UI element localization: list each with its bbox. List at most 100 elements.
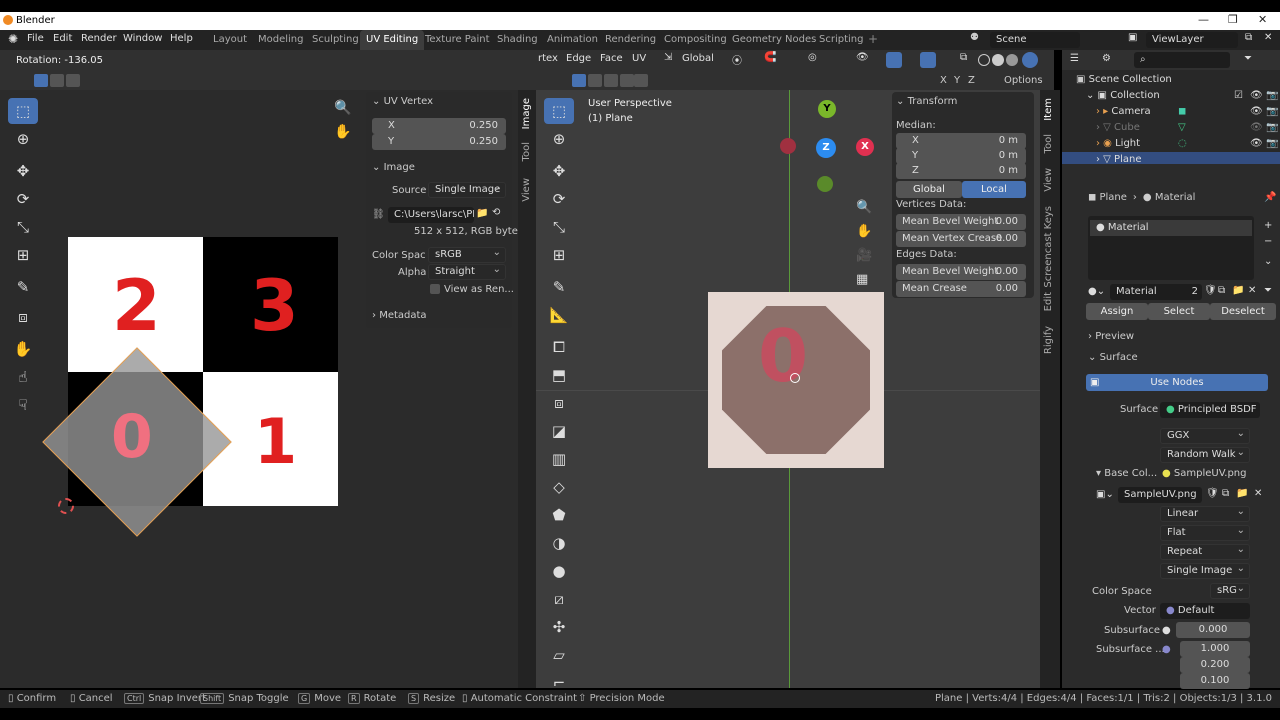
median-x-field[interactable]: X 0 m [896, 133, 1026, 149]
subsurface-field[interactable]: 0.000 [1176, 622, 1250, 638]
menu-window[interactable]: Window [123, 33, 162, 44]
collection-checkbox-icon[interactable]: ☑ [1234, 88, 1243, 104]
add-workspace-icon[interactable]: + [868, 32, 878, 46]
colorspace-dropdown[interactable]: sRGB [428, 246, 506, 263]
select-mode-b-icon[interactable] [634, 74, 648, 87]
file-browse-icon[interactable]: 📁 [476, 208, 488, 219]
median-z-field[interactable]: Z 0 m [896, 163, 1026, 179]
mirror-z-toggle[interactable]: Z [968, 75, 975, 86]
light-eye-icon[interactable]: 👁 [1250, 136, 1263, 152]
image-browse-icon[interactable]: ▣⌄ [1096, 489, 1114, 500]
vp-select-box-tool-icon[interactable]: ⬚ [544, 98, 574, 124]
vp-move-tool-icon[interactable]: ✥ [544, 158, 574, 184]
image-open-icon[interactable]: 📁 [1236, 488, 1248, 499]
visibility-icon[interactable]: 👁 [856, 52, 869, 63]
outliner-item-plane[interactable]: › ▽ Plane [1062, 152, 1280, 164]
shading-wireframe-icon[interactable] [978, 54, 990, 66]
material-name-field[interactable]: Material 2 [1110, 284, 1202, 300]
image-path-field[interactable]: C:\Users\larsc\PR... [388, 207, 474, 223]
vp-transform-tool-icon[interactable]: ⊞ [544, 242, 574, 268]
mirror-x-toggle[interactable]: X [940, 75, 947, 86]
vp-annotate-tool-icon[interactable]: ✎ [544, 274, 574, 300]
xray-icon[interactable]: ⧉ [960, 52, 967, 63]
subsurface-socket-icon[interactable]: ● [1162, 625, 1171, 636]
shading-rendered-icon[interactable] [1022, 52, 1038, 68]
tab-view[interactable]: View [521, 178, 532, 202]
subsurface-method-dropdown[interactable]: Random Walk [1160, 446, 1250, 463]
outliner-editor-icon[interactable]: ☰ [1070, 53, 1079, 64]
shading-material-icon[interactable] [1006, 54, 1018, 66]
tab-rigify[interactable]: Rigify [1043, 326, 1054, 354]
options-dropdown[interactable]: Options [1004, 75, 1043, 86]
uv-vertex-panel-header[interactable]: ⌄ UV Vertex [372, 96, 433, 107]
tab-layout[interactable]: Layout [207, 30, 253, 50]
vp-loopcut-tool-icon[interactable]: ▥ [544, 446, 574, 472]
blender-menu-icon[interactable]: ✺ [8, 32, 18, 46]
image-panel-header[interactable]: ⌄ Image [372, 162, 415, 173]
gizmo-y-axis[interactable]: Y [818, 100, 836, 118]
scene-icon[interactable]: ⚉ [970, 32, 979, 43]
select-mode-subtract-icon[interactable] [66, 74, 80, 87]
tab-compositing[interactable]: Compositing [658, 30, 733, 50]
material-slot-list[interactable]: ● Material [1088, 216, 1254, 280]
local-toggle[interactable]: Local [962, 181, 1026, 198]
interpolation-dropdown[interactable]: Linear [1160, 505, 1250, 522]
image-duplicate-icon[interactable]: ⧉ [1222, 488, 1229, 499]
select-edge-icon[interactable] [588, 74, 602, 87]
outliner-collection[interactable]: ⌄ ▣ Collection ☑ 👁 📷 [1086, 88, 1278, 104]
outliner-display-icon[interactable]: ⚙ [1102, 53, 1111, 64]
surface-panel-header[interactable]: ⌄ Surface [1088, 352, 1138, 363]
annotate-tool-icon[interactable]: ✎ [8, 274, 38, 300]
distribution-dropdown[interactable]: GGX [1160, 427, 1250, 444]
vp-knife-tool-icon[interactable]: ◇ [544, 474, 574, 500]
source-dropdown[interactable]: Single Image [428, 181, 506, 198]
camera-view-icon[interactable]: 🎥 [856, 248, 872, 263]
vp-polybuild-tool-icon[interactable]: ⬟ [544, 502, 574, 528]
pinch-tool-icon[interactable]: ☟ [8, 392, 38, 418]
gizmo-z-axis[interactable]: Z [816, 138, 836, 158]
scene-selector[interactable]: Scene [990, 32, 1080, 48]
radius-z-field[interactable]: 0.100 [1180, 673, 1250, 689]
minimize-button[interactable]: — [1198, 13, 1209, 26]
outliner-item-light[interactable]: › ◉ Light ◌ 👁 📷 [1096, 136, 1278, 152]
base-color-label[interactable]: ▾ Base Col... [1096, 468, 1157, 479]
collection-eye-icon[interactable]: 👁 [1250, 88, 1263, 104]
select-button[interactable]: Select [1148, 303, 1210, 320]
vp-zoom-icon[interactable]: 🔍 [856, 200, 872, 215]
image-source-dropdown[interactable]: Single Image [1160, 562, 1250, 579]
light-render-icon[interactable]: 📷 [1266, 136, 1278, 152]
tab-rendering[interactable]: Rendering [599, 30, 662, 50]
view-layer-selector[interactable]: ViewLayer [1146, 32, 1238, 48]
select-vertex-icon[interactable] [572, 74, 586, 87]
move-tool-icon[interactable]: ✥ [8, 158, 38, 184]
select-face-icon[interactable] [604, 74, 618, 87]
outliner-item-cube[interactable]: › ▽ Cube ▽ 👁 📷 [1096, 120, 1278, 136]
tab-texture-paint[interactable]: Texture Paint [419, 30, 496, 50]
outliner-search-input[interactable]: ⌕ [1134, 52, 1230, 68]
tab-view-vp[interactable]: View [1043, 168, 1054, 192]
ortho-toggle-icon[interactable]: ▦ [856, 272, 868, 287]
subsurface-radius-socket-icon[interactable]: ● [1162, 644, 1171, 655]
menu-file[interactable]: File [27, 33, 44, 44]
preview-panel-header[interactable]: › Preview [1088, 331, 1134, 342]
vp-measure-tool-icon[interactable]: 📐 [544, 302, 574, 328]
radius-y-field[interactable]: 0.200 [1180, 657, 1250, 673]
select-mode-a-icon[interactable] [620, 74, 634, 87]
tab-sculpting[interactable]: Sculpting [306, 30, 365, 50]
vp-scale-tool-icon[interactable]: ⤡ [544, 214, 574, 240]
color-space-dropdown[interactable]: sRG [1210, 582, 1250, 599]
gizmo-toggle-icon[interactable] [886, 52, 902, 68]
outliner-filter-icon[interactable]: ⏷ [1244, 53, 1252, 64]
vp-add-cube-tool-icon[interactable]: ⧠ [544, 334, 574, 360]
maximize-button[interactable]: ❐ [1228, 13, 1238, 26]
rip-tool-icon[interactable]: ⧈ [8, 304, 38, 330]
tab-tool[interactable]: Tool [521, 142, 532, 161]
menu-edit[interactable]: Edit [53, 33, 72, 44]
surface-shader-field[interactable]: ● Principled BSDF [1160, 402, 1260, 418]
edge-bevel-weight-field[interactable]: Mean Bevel Weight 0.00 [896, 264, 1026, 280]
rotate-tool-icon[interactable]: ⟳ [8, 186, 38, 212]
mirror-y-toggle[interactable]: Y [954, 75, 960, 86]
vp-rotate-tool-icon[interactable]: ⟳ [544, 186, 574, 212]
image-fake-user-icon[interactable]: 🛡 [1206, 488, 1219, 499]
close-button[interactable]: ✕ [1258, 13, 1267, 26]
